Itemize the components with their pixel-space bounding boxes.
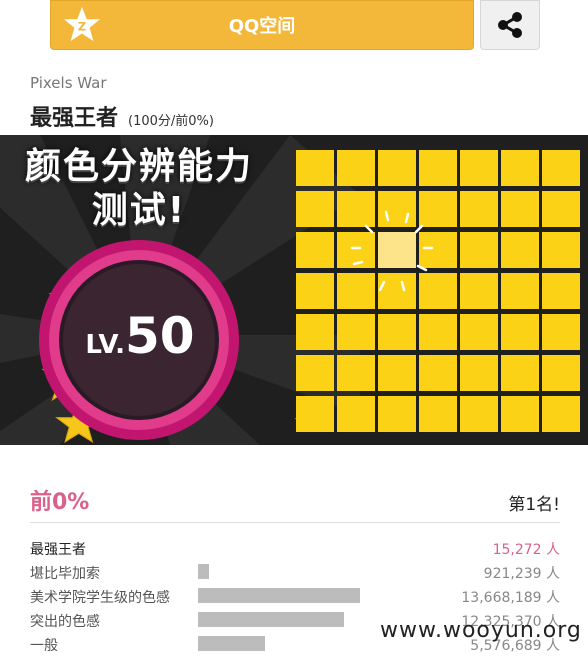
- color-cell[interactable]: [337, 191, 375, 227]
- color-cell[interactable]: [337, 150, 375, 186]
- stat-row-count: 921,239 人: [483, 566, 560, 582]
- color-cell[interactable]: [542, 314, 580, 350]
- stat-row: 堪比毕加索 921,239 人: [30, 560, 560, 584]
- color-cell[interactable]: [501, 355, 539, 391]
- color-cell[interactable]: [378, 150, 416, 186]
- level-prefix: LV.: [85, 330, 126, 360]
- banner-headline: 颜色分辨能力 测试!: [14, 145, 264, 233]
- color-cell[interactable]: [419, 314, 457, 350]
- share-button[interactable]: [480, 0, 540, 50]
- qzone-star-icon: Z: [63, 6, 101, 42]
- color-cell[interactable]: [460, 273, 498, 309]
- color-cell[interactable]: [419, 191, 457, 227]
- stat-row-bar: [198, 612, 344, 627]
- qzone-share-button[interactable]: Z QQ空间: [50, 0, 474, 50]
- stat-row-label: 美术学院学生级的色感: [30, 590, 170, 606]
- color-cell[interactable]: [501, 232, 539, 268]
- color-cell[interactable]: [501, 396, 539, 432]
- stat-row-label: 堪比毕加索: [30, 566, 100, 582]
- color-cell[interactable]: [378, 355, 416, 391]
- stat-row-count: 15,272 人: [492, 542, 560, 558]
- color-cell[interactable]: [460, 232, 498, 268]
- color-cell[interactable]: [419, 273, 457, 309]
- color-grid: [296, 150, 588, 445]
- color-cell[interactable]: [460, 150, 498, 186]
- headline-line-1: 颜色分辨能力: [24, 146, 253, 187]
- stat-row: 美术学院学生级的色感 13,668,189 人: [30, 584, 560, 608]
- stat-row-label: 最强王者: [30, 542, 86, 558]
- stat-row: 最强王者 15,272 人: [30, 536, 560, 560]
- color-cell[interactable]: [460, 314, 498, 350]
- odd-color-cell[interactable]: [378, 232, 416, 268]
- color-cell[interactable]: [296, 355, 334, 391]
- color-cell[interactable]: [419, 150, 457, 186]
- color-cell[interactable]: [296, 273, 334, 309]
- level-value: 50: [125, 307, 195, 365]
- color-cell[interactable]: [542, 396, 580, 432]
- color-cell[interactable]: [460, 191, 498, 227]
- color-cell[interactable]: [337, 232, 375, 268]
- stat-row-label: 一般: [30, 638, 58, 654]
- color-cell[interactable]: [501, 314, 539, 350]
- stat-row-bar: [198, 564, 209, 579]
- color-cell[interactable]: [296, 232, 334, 268]
- headline-line-2: 测试!: [91, 190, 187, 231]
- share-icon: [498, 12, 522, 38]
- svg-text:Z: Z: [78, 20, 86, 34]
- color-cell[interactable]: [296, 150, 334, 186]
- color-cell[interactable]: [378, 191, 416, 227]
- stat-row-label: 突出的色感: [30, 614, 100, 630]
- color-cell[interactable]: [296, 314, 334, 350]
- qzone-label: QQ空间: [228, 16, 296, 37]
- color-cell[interactable]: [542, 273, 580, 309]
- divider: [30, 522, 560, 523]
- color-cell[interactable]: [419, 355, 457, 391]
- color-cell[interactable]: [460, 355, 498, 391]
- score-info: (100分/前0%): [128, 114, 214, 129]
- stat-row-count: 13,668,189 人: [461, 590, 560, 606]
- level-label: LV.50: [60, 307, 220, 365]
- rank-heading: 第1名!: [508, 495, 560, 515]
- color-cell[interactable]: [296, 396, 334, 432]
- color-cell[interactable]: [337, 396, 375, 432]
- color-cell[interactable]: [337, 355, 375, 391]
- watermark: www.wooyun.org: [380, 618, 582, 643]
- color-cell[interactable]: [378, 273, 416, 309]
- color-cell[interactable]: [501, 273, 539, 309]
- stat-row-bar: [198, 588, 360, 603]
- stat-row-bar: [198, 636, 265, 651]
- game-name: Pixels War: [30, 74, 107, 92]
- color-cell[interactable]: [337, 273, 375, 309]
- color-cell[interactable]: [542, 355, 580, 391]
- percentile-heading: 前0%: [30, 490, 90, 515]
- color-cell[interactable]: [378, 396, 416, 432]
- color-cell[interactable]: [296, 191, 334, 227]
- color-cell[interactable]: [419, 232, 457, 268]
- color-cell[interactable]: [542, 150, 580, 186]
- color-cell[interactable]: [460, 396, 498, 432]
- color-cell[interactable]: [337, 314, 375, 350]
- color-cell[interactable]: [542, 232, 580, 268]
- color-cell[interactable]: [542, 191, 580, 227]
- color-cell[interactable]: [501, 150, 539, 186]
- color-cell[interactable]: [501, 191, 539, 227]
- result-title-row: 最强王者 (100分/前0%): [30, 100, 214, 132]
- rank-title: 最强王者: [30, 106, 119, 131]
- color-cell[interactable]: [378, 314, 416, 350]
- color-cell[interactable]: [419, 396, 457, 432]
